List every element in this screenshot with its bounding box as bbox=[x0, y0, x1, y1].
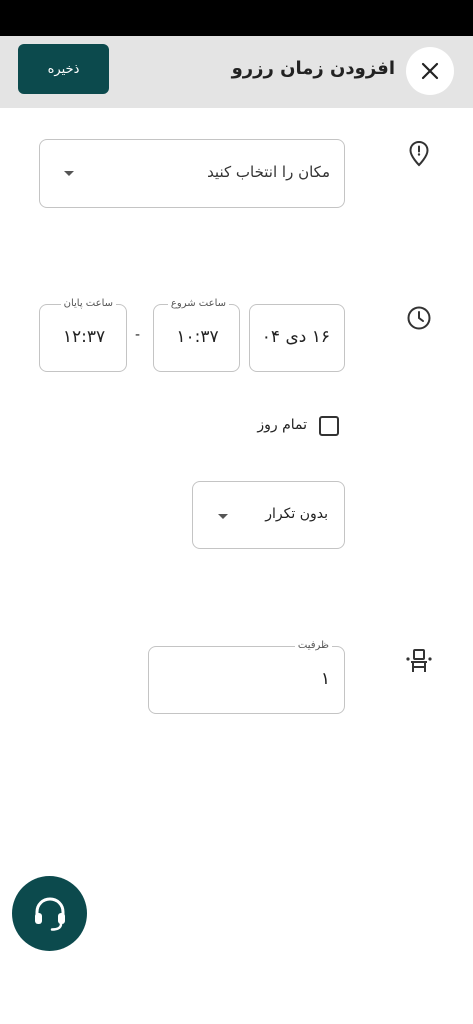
close-icon bbox=[421, 62, 439, 80]
page-title: افزودن زمان رزرو bbox=[231, 58, 395, 79]
capacity-value: ۱ bbox=[320, 669, 330, 689]
repeat-select[interactable]: بدون تکرار bbox=[192, 481, 345, 549]
chevron-down-icon bbox=[218, 514, 228, 519]
start-time-value: ۱۰:۳۷ bbox=[176, 327, 219, 347]
date-field[interactable]: ۱۶ دی ۰۴ bbox=[249, 304, 345, 372]
date-value: ۱۶ دی ۰۴ bbox=[261, 327, 330, 347]
capacity-field[interactable]: ظرفیت ۱ bbox=[148, 639, 345, 714]
start-time-field[interactable]: ساعت شروع ۱۰:۳۷ bbox=[153, 297, 240, 372]
location-placeholder: مکان را انتخاب کنید bbox=[207, 163, 330, 181]
repeat-value: بدون تکرار bbox=[265, 506, 328, 522]
end-time-field[interactable]: ساعت پایان ۱۲:۳۷ bbox=[39, 297, 127, 372]
location-pin-icon bbox=[408, 140, 430, 168]
chevron-down-icon bbox=[64, 171, 74, 176]
time-separator: - bbox=[135, 327, 141, 343]
seat-icon bbox=[405, 648, 433, 674]
start-time-label: ساعت شروع bbox=[167, 297, 229, 311]
all-day-label: تمام روز bbox=[257, 417, 307, 433]
capacity-label: ظرفیت bbox=[294, 639, 332, 653]
support-button[interactable] bbox=[12, 876, 87, 951]
status-bar bbox=[0, 0, 473, 36]
app-header: افزودن زمان رزرو ذخیره bbox=[0, 36, 473, 108]
save-button[interactable]: ذخیره bbox=[18, 44, 109, 94]
close-button[interactable] bbox=[406, 47, 454, 95]
location-select[interactable]: مکان را انتخاب کنید bbox=[39, 139, 345, 208]
headset-icon bbox=[34, 896, 65, 931]
all-day-checkbox[interactable] bbox=[319, 416, 339, 436]
clock-icon bbox=[406, 305, 432, 331]
end-time-label: ساعت پایان bbox=[60, 297, 116, 311]
end-time-value: ۱۲:۳۷ bbox=[62, 327, 106, 347]
